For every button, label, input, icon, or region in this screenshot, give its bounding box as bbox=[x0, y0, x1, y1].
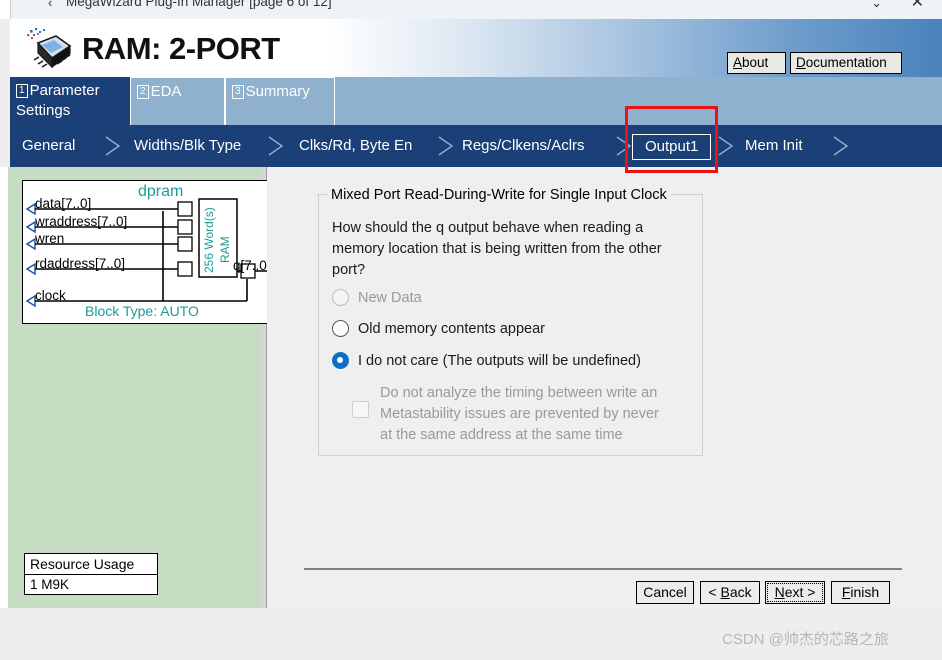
back-chevron-icon[interactable]: ‹ bbox=[48, 0, 52, 10]
chevron-right-icon bbox=[718, 136, 734, 156]
documentation-button[interactable]: Documentation bbox=[790, 52, 902, 74]
resource-usage-header: Resource Usage bbox=[25, 554, 157, 575]
about-button[interactable]: About bbox=[727, 52, 786, 74]
tab-label-parameter-settings: Parameter Settings bbox=[16, 82, 100, 119]
watermark-text: CSDN @帅杰的芯路之旅 bbox=[722, 631, 889, 648]
subtab-mem-init[interactable]: Mem Init bbox=[745, 135, 803, 157]
do-not-analyze-timing-option[interactable]: Do not analyze the timing between write … bbox=[352, 383, 712, 445]
svg-text:256 Word(s): 256 Word(s) bbox=[202, 207, 216, 273]
tab-summary[interactable]: 3 Summary bbox=[225, 77, 335, 125]
svg-text:RAM: RAM bbox=[218, 236, 232, 263]
header-banner: RAM: 2-PORT About Documentation bbox=[10, 19, 942, 77]
tab-number-3: 3 bbox=[232, 85, 244, 99]
symbol-port-wren: wren bbox=[35, 231, 65, 246]
subtab-breadcrumb-strip: General Widths/Blk Type Clks/Rd, Byte En… bbox=[10, 125, 942, 167]
chevron-right-icon bbox=[105, 136, 121, 156]
chevron-right-icon bbox=[438, 136, 454, 156]
tab-number-2: 2 bbox=[137, 85, 149, 99]
next-button[interactable]: Next > bbox=[765, 581, 825, 604]
radio-label-i-do-not-care: I do not care (The outputs will be undef… bbox=[358, 353, 641, 369]
chevron-right-icon bbox=[833, 136, 849, 156]
radio-indicator-new-data[interactable] bbox=[332, 289, 349, 306]
checkbox-label-line2: Metastability issues are prevented by ne… bbox=[380, 406, 659, 422]
radio-indicator-old-memory-contents[interactable] bbox=[332, 320, 349, 337]
group-box-title: Mixed Port Read-During-Write for Single … bbox=[327, 187, 671, 203]
radio-label-old-memory-contents: Old memory contents appear bbox=[358, 321, 545, 337]
checkbox-do-not-analyze-timing[interactable] bbox=[352, 401, 369, 418]
minimize-icon[interactable]: ⌄ bbox=[871, 0, 882, 11]
symbol-port-rdaddress: rdaddress[7..0] bbox=[35, 256, 126, 271]
subtab-output1[interactable]: Output1 bbox=[632, 134, 712, 160]
tab-label-eda: EDA bbox=[150, 83, 182, 100]
resource-usage-box: Resource Usage 1 M9K bbox=[24, 553, 158, 595]
subtab-regs-clkens-aclrs[interactable]: Regs/Clkens/Aclrs bbox=[462, 135, 585, 157]
close-icon[interactable]: ✕ bbox=[911, 0, 924, 12]
page-title: RAM: 2-PORT bbox=[82, 31, 280, 66]
symbol-module-name: dpram bbox=[138, 183, 184, 200]
radio-label-new-data: New Data bbox=[358, 290, 422, 306]
subtab-widths-blk-type[interactable]: Widths/Blk Type bbox=[134, 135, 241, 157]
chip-logo-icon bbox=[27, 28, 72, 69]
tab-eda[interactable]: 2 EDA bbox=[130, 77, 225, 125]
symbol-port-q: q[7..0] bbox=[233, 258, 271, 273]
symbol-port-wraddress: wraddress[7..0] bbox=[35, 214, 128, 229]
footer-separator bbox=[304, 568, 902, 570]
subtab-clks-rd-byte-en[interactable]: Clks/Rd, Byte En bbox=[299, 135, 412, 157]
main-tab-strip: 1 Parameter Settings 2 EDA 3 Summary bbox=[10, 77, 942, 125]
tab-parameter-settings[interactable]: 1 Parameter Settings bbox=[10, 77, 130, 125]
tab-label-summary: Summary bbox=[245, 83, 310, 100]
finish-button[interactable]: Finish bbox=[831, 581, 890, 604]
checkbox-label-line3: at the same address at the same time bbox=[380, 427, 623, 443]
window-title: MegaWizard Plug-In Manager [page 6 of 12… bbox=[66, 0, 332, 9]
symbol-port-data: data[7..0] bbox=[35, 196, 92, 211]
cancel-button[interactable]: Cancel bbox=[636, 581, 694, 604]
rtl-symbol-diagram: 256 Word(s) RAM dpram data[7..0] wraddre… bbox=[22, 180, 282, 324]
radio-indicator-i-do-not-care[interactable] bbox=[332, 352, 349, 369]
chevron-right-icon bbox=[268, 136, 284, 156]
back-button[interactable]: < Back bbox=[700, 581, 760, 604]
resource-usage-value: 1 M9K bbox=[30, 577, 70, 592]
window-title-bar: ‹ MegaWizard Plug-In Manager [page 6 of … bbox=[0, 0, 942, 19]
subtab-general[interactable]: General bbox=[22, 135, 75, 157]
symbol-block-type: Block Type: AUTO bbox=[85, 303, 199, 319]
question-text: How should the q output behave when read… bbox=[332, 220, 662, 278]
checkbox-label-line1: Do not analyze the timing between write … bbox=[380, 385, 658, 401]
symbol-port-clock: clock bbox=[35, 288, 66, 303]
megawizard-window: ‹ MegaWizard Plug-In Manager [page 6 of … bbox=[0, 0, 942, 660]
tab-number-1: 1 bbox=[16, 84, 28, 98]
